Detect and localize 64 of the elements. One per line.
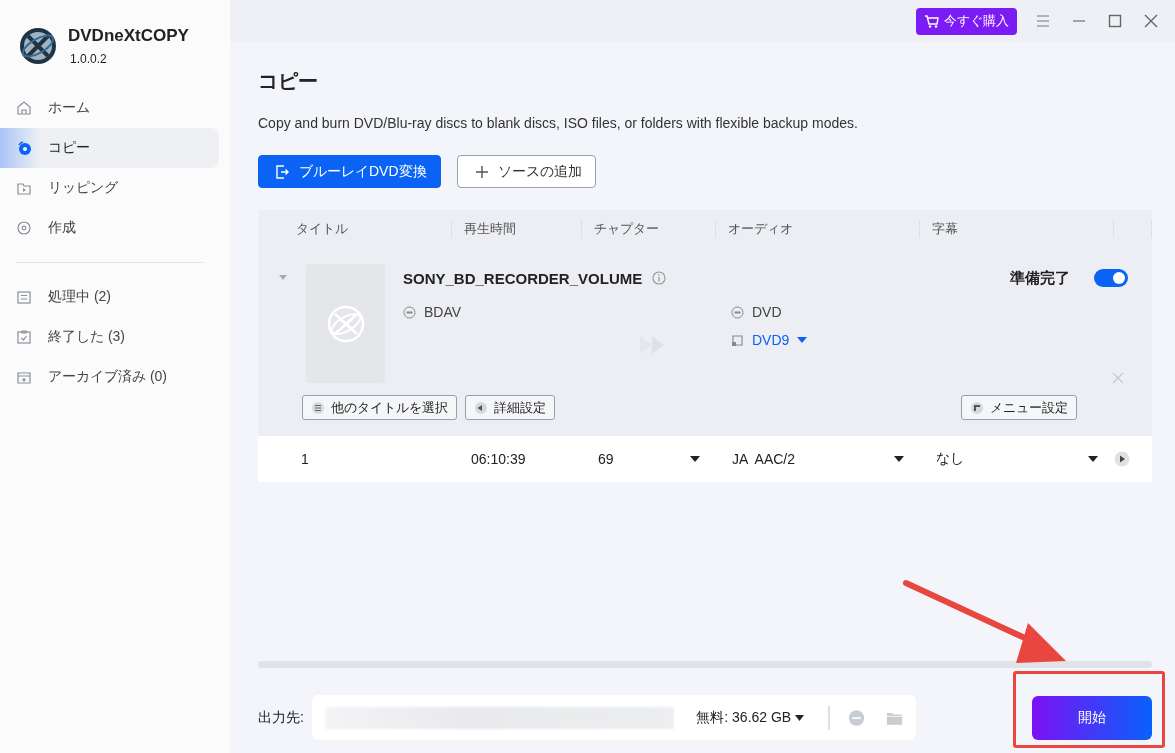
- dropdown-field[interactable]: JA AAC/2: [716, 451, 920, 467]
- column-header: タイトル: [258, 220, 452, 238]
- menu-settings-button[interactable]: メニュー設定: [961, 395, 1077, 420]
- sidebar-item[interactable]: 終了した (3): [0, 317, 219, 357]
- table-cell-text: 1: [300, 451, 310, 467]
- app-name: DVDneXtCOPY: [68, 26, 189, 46]
- logo-icon: [18, 26, 58, 66]
- sidebar-item[interactable]: リッピング: [0, 168, 219, 208]
- source-title: SONY_BD_RECORDER_VOLUME: [403, 269, 643, 287]
- caret-icon: [690, 456, 700, 462]
- logo-icon: [325, 303, 366, 344]
- status-label: 準備完了: [1010, 268, 1070, 288]
- add-source-button[interactable]: ソースの追加: [456, 155, 596, 188]
- target-format: DVD: [752, 304, 782, 320]
- column-header: オーディオ: [716, 220, 920, 238]
- toggle-switch[interactable]: [1094, 269, 1128, 287]
- list-icon: [16, 289, 34, 305]
- start-button[interactable]: 開始: [1032, 695, 1152, 740]
- caret-icon: [1088, 456, 1098, 462]
- caret-icon: [894, 456, 904, 462]
- page-description: Copy and burn DVD/Blu-ray discs to blank discs, ISO files, or folders with flexible backup modes.: [258, 115, 859, 131]
- list-icon: [311, 400, 325, 415]
- sidebar-item[interactable]: ホーム: [0, 88, 219, 128]
- close-icon[interactable]: [1142, 12, 1160, 30]
- select-titles-button[interactable]: 他のタイトルを選択: [302, 395, 457, 420]
- play-icon[interactable]: [1114, 451, 1130, 467]
- clipboard-icon: [16, 329, 34, 345]
- column-header: 再生時間: [452, 220, 582, 238]
- dropdown-field[interactable]: なし: [920, 450, 1114, 468]
- advanced-settings-button[interactable]: 詳細設定: [465, 395, 555, 420]
- sidebar-item[interactable]: 作成: [0, 208, 219, 248]
- expand-caret-icon[interactable]: [278, 274, 288, 282]
- maximize-icon[interactable]: [1106, 12, 1124, 30]
- column-header: チャプター: [582, 220, 716, 238]
- sidebar-item[interactable]: アーカイブ済み (0): [0, 357, 219, 397]
- caret-icon: [797, 337, 808, 343]
- convert-button[interactable]: ブルーレイDVD変換: [258, 155, 441, 188]
- menu-icon[interactable]: [1034, 12, 1052, 30]
- plus-icon: [473, 163, 490, 180]
- free-space-dropdown[interactable]: 無料: 36.62 GB: [696, 708, 805, 727]
- info-icon: [652, 271, 667, 285]
- output-label: 出力先:: [258, 708, 305, 727]
- output-path-field[interactable]: 無料: 36.62 GB: [312, 695, 916, 740]
- scrollbar[interactable]: [258, 661, 1152, 668]
- sidebar-item[interactable]: 処理中 (2): [0, 277, 219, 317]
- column-header: 字幕: [920, 220, 1114, 238]
- source-format: BDAV: [424, 304, 462, 320]
- page-title: コピー: [258, 69, 319, 94]
- menu-layout-icon: [970, 400, 984, 415]
- caret-icon: [795, 714, 805, 721]
- dropdown-field[interactable]: 69: [582, 451, 716, 467]
- app-version: 1.0.0.2: [69, 52, 108, 66]
- buy-now-button[interactable]: 今すぐ購入: [916, 7, 1017, 35]
- sidebar-item[interactable]: コピー: [0, 128, 219, 168]
- disc-icon: [16, 140, 34, 156]
- folder-play-icon: [16, 180, 34, 196]
- export-icon: [275, 163, 291, 180]
- home-icon: [16, 100, 34, 116]
- archive-icon: [16, 369, 34, 385]
- table-cell-text: 06:10:39: [470, 451, 527, 467]
- cart-icon: [924, 14, 940, 28]
- disc-icon: [16, 220, 34, 236]
- disc-size-dropdown[interactable]: DVD9: [752, 332, 790, 348]
- disc-size-icon: [731, 333, 744, 347]
